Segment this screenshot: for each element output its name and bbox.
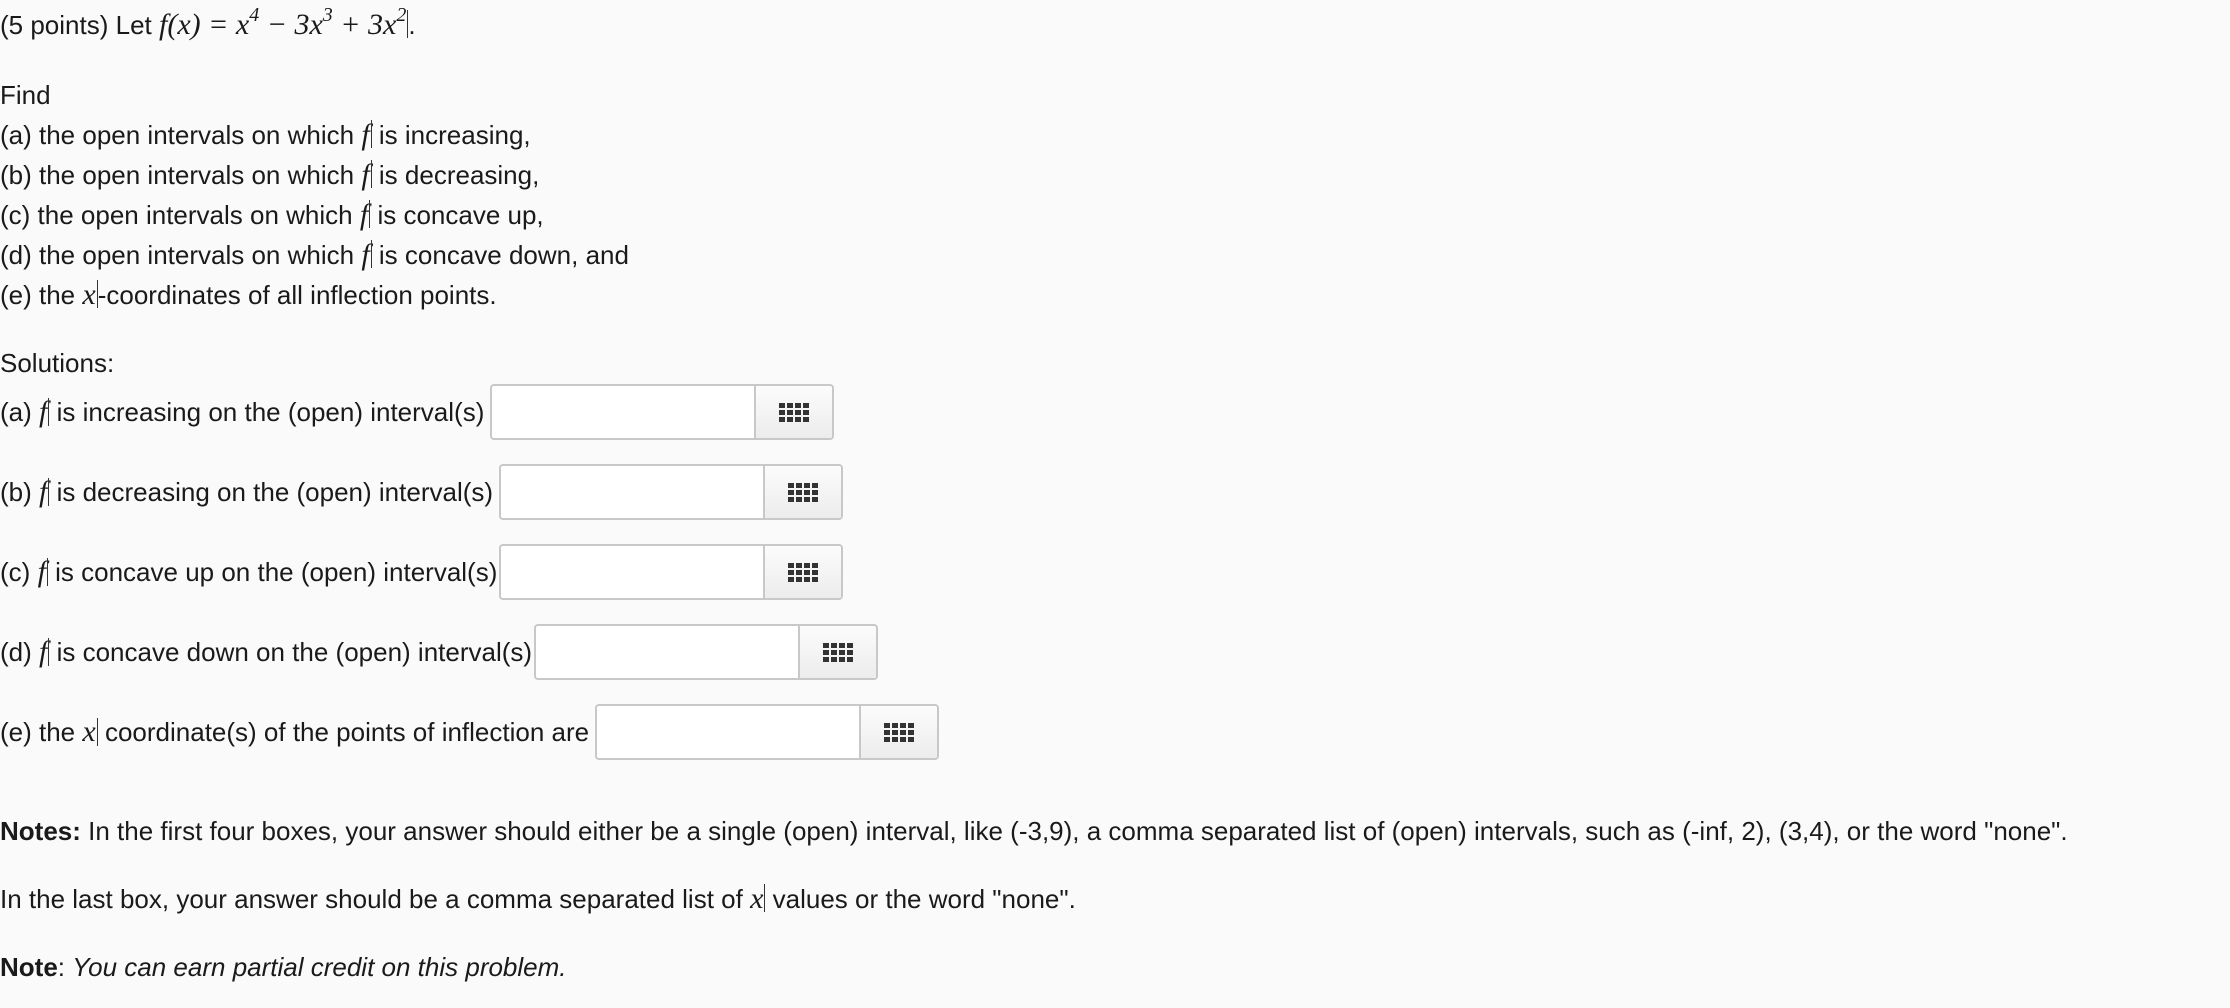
points-label: (5 points) — [0, 10, 109, 40]
keypad-grid-icon — [779, 402, 810, 422]
answer-box-c — [499, 544, 844, 600]
keypad-grid-icon — [788, 562, 819, 582]
answer-box-a — [490, 384, 835, 440]
solution-row-a: (a) f is increasing on the (open) interv… — [0, 383, 835, 441]
function-definition: f(x) = x4 − 3x3 + 3x2 — [159, 4, 407, 41]
find-heading: Find — [0, 80, 51, 110]
find-item-e: (e) the x-coordinates of all inflection … — [0, 278, 497, 311]
find-item-b: (b) the open intervals on which f is dec… — [0, 158, 540, 191]
keypad-grid-icon — [884, 722, 915, 742]
answer-input-d[interactable] — [536, 626, 799, 678]
answer-box-e — [595, 704, 940, 760]
partial-credit-note: Note: You can earn partial credit on thi… — [0, 952, 567, 982]
find-item-a: (a) the open intervals on which f is inc… — [0, 118, 531, 151]
solution-row-c: (c) f is concave up on the (open) interv… — [0, 543, 844, 601]
keypad-button-e[interactable] — [859, 706, 938, 758]
answer-input-b[interactable] — [501, 466, 764, 518]
keypad-button-a[interactable] — [754, 386, 833, 438]
keypad-button-c[interactable] — [763, 546, 842, 598]
find-item-d: (d) the open intervals on which f is con… — [0, 238, 629, 271]
keypad-button-b[interactable] — [763, 466, 842, 518]
problem-statement: (5 points) Let f(x) = x4 − 3x3 + 3x2. — [0, 4, 416, 42]
notes-label: Notes: — [0, 816, 81, 846]
keypad-grid-icon — [823, 642, 854, 662]
period: . — [408, 10, 416, 40]
notes-last-box: In the last box, your answer should be a… — [0, 882, 1076, 915]
answer-input-a[interactable] — [492, 386, 755, 438]
solution-row-e: (e) the x coordinate(s) of the points of… — [0, 703, 940, 761]
let-label: Let — [115, 10, 152, 40]
keypad-button-d[interactable] — [798, 626, 877, 678]
answer-box-b — [499, 464, 844, 520]
answer-input-e[interactable] — [597, 706, 860, 758]
answer-input-c[interactable] — [501, 546, 764, 598]
keypad-grid-icon — [788, 482, 819, 502]
note-label: Note — [0, 952, 58, 982]
answer-box-d — [534, 624, 879, 680]
notes-first-four: Notes: In the first four boxes, your ans… — [0, 816, 2068, 846]
solution-row-b: (b) f is decreasing on the (open) interv… — [0, 463, 844, 521]
find-item-c: (c) the open intervals on which f is con… — [0, 198, 544, 231]
solutions-heading: Solutions: — [0, 348, 115, 378]
solution-row-d: (d) f is concave down on the (open) inte… — [0, 623, 879, 681]
